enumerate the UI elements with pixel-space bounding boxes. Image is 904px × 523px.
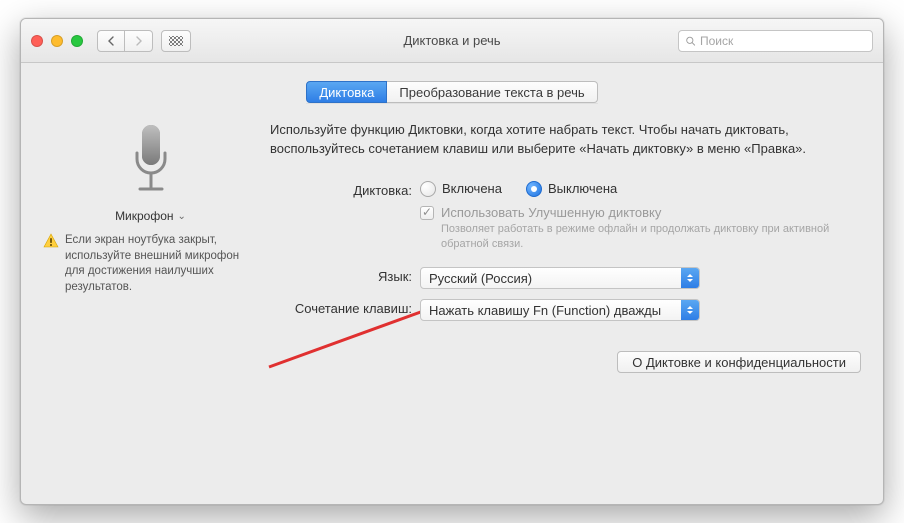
forward-button[interactable] [125,30,153,52]
tab-dictation[interactable]: Диктовка [306,81,387,103]
dictation-label: Диктовка: [270,181,420,198]
radio-dictation-on[interactable]: Включена [420,181,502,197]
enhanced-dictation-label: Использовать Улучшенную диктовку [441,205,861,220]
footer: О Диктовке и конфиденциальности [21,331,883,373]
left-column: Микрофон ⌄ Если экран ноутбука закрыт, и… [43,121,258,331]
radio-icon [526,181,542,197]
back-button[interactable] [97,30,125,52]
chevron-left-icon [107,36,115,46]
warning-text: Если экран ноутбука закрыт, используйте … [65,233,258,295]
microphone-label: Микрофон [115,209,173,223]
radio-off-label: Выключена [548,181,617,196]
grid-icon [169,36,183,46]
tab-bar: Диктовка Преобразование текста в речь [21,63,883,115]
right-column: Используйте функцию Диктовки, когда хоти… [258,121,861,331]
show-all-button[interactable] [161,30,191,52]
select-arrows-icon [681,300,699,320]
search-icon [685,35,696,47]
language-label: Язык: [270,267,420,284]
shortcut-select[interactable]: Нажать клавишу Fn (Function) дважды [420,299,700,321]
enhanced-dictation-row: Использовать Улучшенную диктовку Позволя… [420,205,861,252]
row-language: Язык: Русский (Россия) [270,267,861,289]
row-shortcut: Сочетание клавиш: Нажать клавишу Fn (Fun… [270,299,861,321]
radio-icon [420,181,436,197]
zoom-window-button[interactable] [71,35,83,47]
shortcut-label: Сочетание клавиш: [270,299,420,316]
enhanced-dictation-checkbox[interactable] [420,206,434,220]
window-controls [31,35,83,47]
enhanced-dictation-desc: Позволяет работать в режиме офлайн и про… [441,222,861,252]
select-arrows-icon [681,268,699,288]
minimize-window-button[interactable] [51,35,63,47]
nav-buttons [97,30,153,52]
close-window-button[interactable] [31,35,43,47]
radio-on-label: Включена [442,181,502,196]
radio-dictation-off[interactable]: Выключена [526,181,617,197]
language-select[interactable]: Русский (Россия) [420,267,700,289]
about-privacy-button[interactable]: О Диктовке и конфиденциальности [617,351,861,373]
search-input[interactable] [700,34,866,48]
microphone-dropdown[interactable]: Микрофон ⌄ [115,209,186,223]
warning-note: Если экран ноутбука закрыт, используйте … [43,233,258,295]
preferences-window: Диктовка и речь Диктовка Преобразование … [20,18,884,505]
microphone-icon [128,123,174,201]
intro-text: Используйте функцию Диктовки, когда хоти… [270,121,861,159]
warning-icon [43,233,59,249]
tab-text-to-speech[interactable]: Преобразование текста в речь [387,81,597,103]
shortcut-value: Нажать клавишу Fn (Function) дважды [429,303,661,318]
language-value: Русский (Россия) [429,271,532,286]
titlebar: Диктовка и речь [21,19,883,63]
chevron-right-icon [135,36,143,46]
chevron-down-icon: ⌄ [178,211,186,222]
row-dictation: Диктовка: Включена Выключена [270,181,861,252]
search-field[interactable] [678,30,873,52]
